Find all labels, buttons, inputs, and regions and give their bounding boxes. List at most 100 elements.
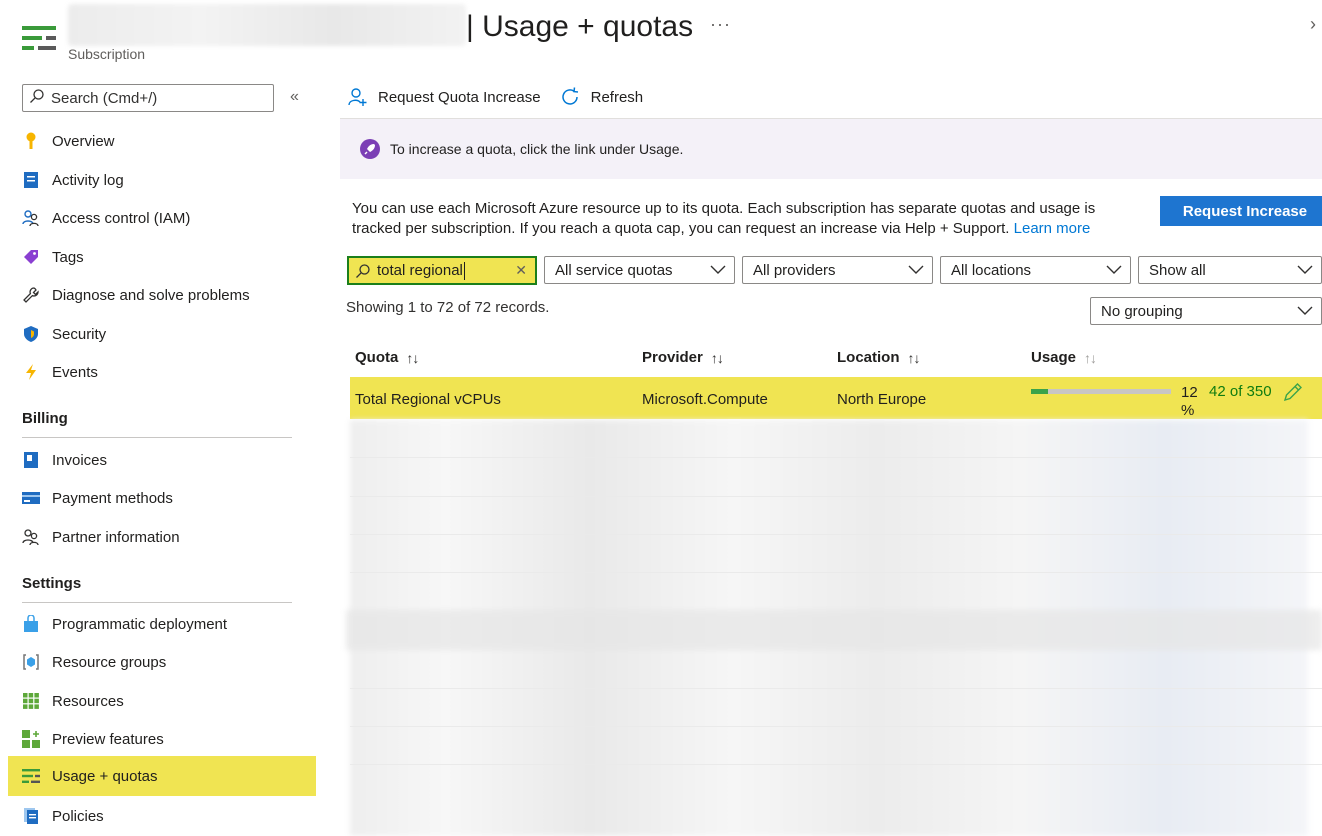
sidebar-item-tags[interactable]: Tags xyxy=(0,237,316,277)
provider-cell: Microsoft.Compute xyxy=(642,391,768,408)
text-cursor xyxy=(463,261,465,280)
page-title: | Usage + quotas xyxy=(466,10,694,43)
usage-quotas-icon xyxy=(22,767,40,785)
person-add-icon xyxy=(348,87,368,107)
command-bar: Request Quota Increase Refresh xyxy=(348,86,661,108)
sidebar-search-input[interactable]: Search (Cmd+/) xyxy=(22,84,274,112)
sidebar-item-programmatic-deployment[interactable]: Programmatic deployment xyxy=(0,604,316,644)
rocket-icon xyxy=(360,139,380,159)
page-subtitle: Subscription xyxy=(68,46,146,62)
sidebar-item-usage-quotas[interactable]: Usage + quotas xyxy=(8,756,316,796)
sidebar-item-label: Tags xyxy=(52,248,84,266)
sidebar-item-invoices[interactable]: Invoices xyxy=(0,440,316,480)
sidebar-item-policies[interactable]: Policies xyxy=(0,796,316,836)
chevron-right-icon[interactable]: › xyxy=(1310,14,1316,35)
usage-percent-sign: % xyxy=(1181,402,1195,419)
sidebar-item-label: Invoices xyxy=(52,451,108,469)
quota-cell: Total Regional vCPUs xyxy=(355,391,501,408)
sidebar-item-label: Policies xyxy=(52,807,104,825)
sidebar-item-events[interactable]: Events xyxy=(0,352,316,392)
portal-menu-icon[interactable] xyxy=(22,26,56,55)
sidebar-item-diagnose[interactable]: Diagnose and solve problems xyxy=(0,275,316,315)
column-header-location[interactable]: Location ↑↓ xyxy=(837,349,921,366)
subscription-name-redacted xyxy=(68,4,466,46)
search-value: total regional xyxy=(377,262,463,279)
sort-icon[interactable]: ↑↓ xyxy=(406,350,419,366)
row-divider xyxy=(350,572,1322,573)
sidebar-item-label: Activity log xyxy=(52,171,124,189)
search-icon xyxy=(29,88,45,109)
sidebar-item-resources[interactable]: Resources xyxy=(0,681,316,721)
sidebar-item-label: Overview xyxy=(52,132,115,150)
sort-icon[interactable]: ↑↓ xyxy=(711,350,724,366)
usage-link[interactable]: 42 of 350 xyxy=(1209,383,1272,400)
service-quotas-dropdown[interactable]: All service quotas xyxy=(544,256,735,284)
sidebar-item-preview-features[interactable]: Preview features xyxy=(0,719,316,759)
request-increase-button[interactable]: Request Increase xyxy=(1160,196,1322,226)
request-quota-increase-button[interactable]: Request Quota Increase xyxy=(348,87,541,107)
column-label: Location xyxy=(837,349,900,366)
redacted-row-band xyxy=(346,610,1322,650)
row-divider xyxy=(350,496,1322,497)
sidebar-item-security[interactable]: Security xyxy=(0,314,316,354)
clear-icon[interactable]: ✕ xyxy=(515,262,527,279)
sidebar-item-activity-log[interactable]: Activity log xyxy=(0,160,316,200)
toolbar-label: Refresh xyxy=(590,88,644,106)
description: You can use each Microsoft Azure resourc… xyxy=(352,199,1142,239)
credit-card-icon xyxy=(22,489,40,507)
sidebar-item-label: Diagnose and solve problems xyxy=(52,286,250,304)
sidebar-item-label: Security xyxy=(52,325,107,343)
dropdown-value: No grouping xyxy=(1101,302,1183,320)
row-divider xyxy=(350,457,1322,458)
sort-icon[interactable]: ↑↓ xyxy=(908,350,921,366)
refresh-icon xyxy=(559,86,581,108)
location-cell: North Europe xyxy=(837,391,927,408)
quota-search-input[interactable]: total regional ✕ xyxy=(347,256,537,285)
tag-icon xyxy=(22,248,40,266)
preview-features-icon xyxy=(22,730,40,748)
edit-icon[interactable] xyxy=(1282,381,1304,408)
description-text: You can use each Microsoft Azure resourc… xyxy=(352,200,1096,237)
billing-heading: Billing xyxy=(22,410,68,427)
banner-text: To increase a quota, click the link unde… xyxy=(390,141,684,157)
chevron-down-icon xyxy=(908,262,924,279)
chevron-down-icon xyxy=(710,262,726,279)
sidebar-item-label: Resources xyxy=(52,692,124,710)
grouping-dropdown[interactable]: No grouping xyxy=(1090,297,1322,325)
people-icon xyxy=(22,209,40,227)
collapse-sidebar-icon[interactable]: « xyxy=(290,88,299,106)
show-dropdown[interactable]: Show all xyxy=(1138,256,1322,284)
chevron-down-icon xyxy=(1297,303,1313,320)
sidebar-item-overview[interactable]: Overview xyxy=(0,121,316,161)
activity-log-icon xyxy=(22,171,40,189)
wrench-icon xyxy=(22,286,40,304)
dropdown-value: All providers xyxy=(753,261,836,279)
sidebar-item-label: Events xyxy=(52,363,98,381)
column-header-usage[interactable]: Usage ↑↓ xyxy=(1031,349,1097,366)
sidebar-item-label: Resource groups xyxy=(52,653,167,671)
sidebar-item-payment-methods[interactable]: Payment methods xyxy=(0,478,316,518)
learn-more-link[interactable]: Learn more xyxy=(1014,220,1091,237)
key-icon xyxy=(22,132,40,150)
column-header-quota[interactable]: Quota ↑↓ xyxy=(355,349,419,366)
refresh-button[interactable]: Refresh xyxy=(559,86,644,108)
dropdown-value: All service quotas xyxy=(555,261,673,279)
sort-icon[interactable]: ↑↓ xyxy=(1084,350,1097,366)
providers-dropdown[interactable]: All providers xyxy=(742,256,933,284)
divider xyxy=(22,602,292,603)
usage-progress-bar xyxy=(1031,389,1171,394)
sidebar-item-resource-groups[interactable]: Resource groups xyxy=(0,642,316,682)
column-label: Provider xyxy=(642,349,703,366)
locations-dropdown[interactable]: All locations xyxy=(940,256,1131,284)
usage-percent: 12 % xyxy=(1181,383,1205,421)
sidebar-item-access-control[interactable]: Access control (IAM) xyxy=(0,198,316,238)
sidebar-item-partner-information[interactable]: Partner information xyxy=(0,517,316,557)
chevron-down-icon xyxy=(1106,262,1122,279)
policies-icon xyxy=(22,807,40,825)
row-divider xyxy=(350,688,1322,689)
more-options-icon[interactable]: ··· xyxy=(710,14,731,35)
sidebar-item-label: Access control (IAM) xyxy=(52,209,191,227)
info-banner: To increase a quota, click the link unde… xyxy=(340,119,1322,179)
sidebar-item-label: Payment methods xyxy=(52,489,173,507)
column-header-provider[interactable]: Provider ↑↓ xyxy=(642,349,724,366)
